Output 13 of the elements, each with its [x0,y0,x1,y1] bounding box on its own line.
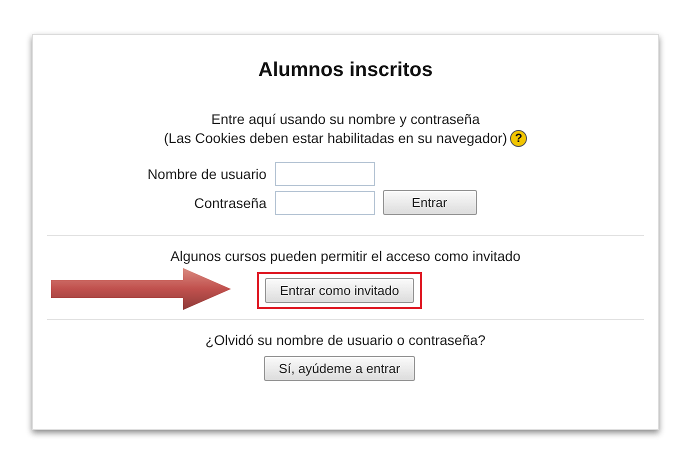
instruction-text: Entre aquí usando su nombre y contraseña [211,110,480,129]
guest-login-button[interactable]: Entrar como invitado [264,278,414,303]
page-title: Alumnos inscritos [258,59,433,82]
field-label: Nombre de usuario [147,166,266,182]
recover-login-button[interactable]: Sí, ayúdeme a entrar [264,356,416,381]
field-label: Contraseña [194,194,266,210]
input-field[interactable] [274,190,374,214]
forgot-password-text: ¿Olvidó su nombre de usuario o contraseña? [205,332,486,348]
input-field[interactable] [274,162,374,186]
cookies-note: (Las Cookies deben estar habilitadas en su navegador) [164,129,508,148]
login-button[interactable]: Entrar [382,190,476,215]
guest-access-text: Algunos cursos pueden permitir el acceso como invitado [170,248,521,264]
help-icon[interactable]: ? [510,130,528,147]
